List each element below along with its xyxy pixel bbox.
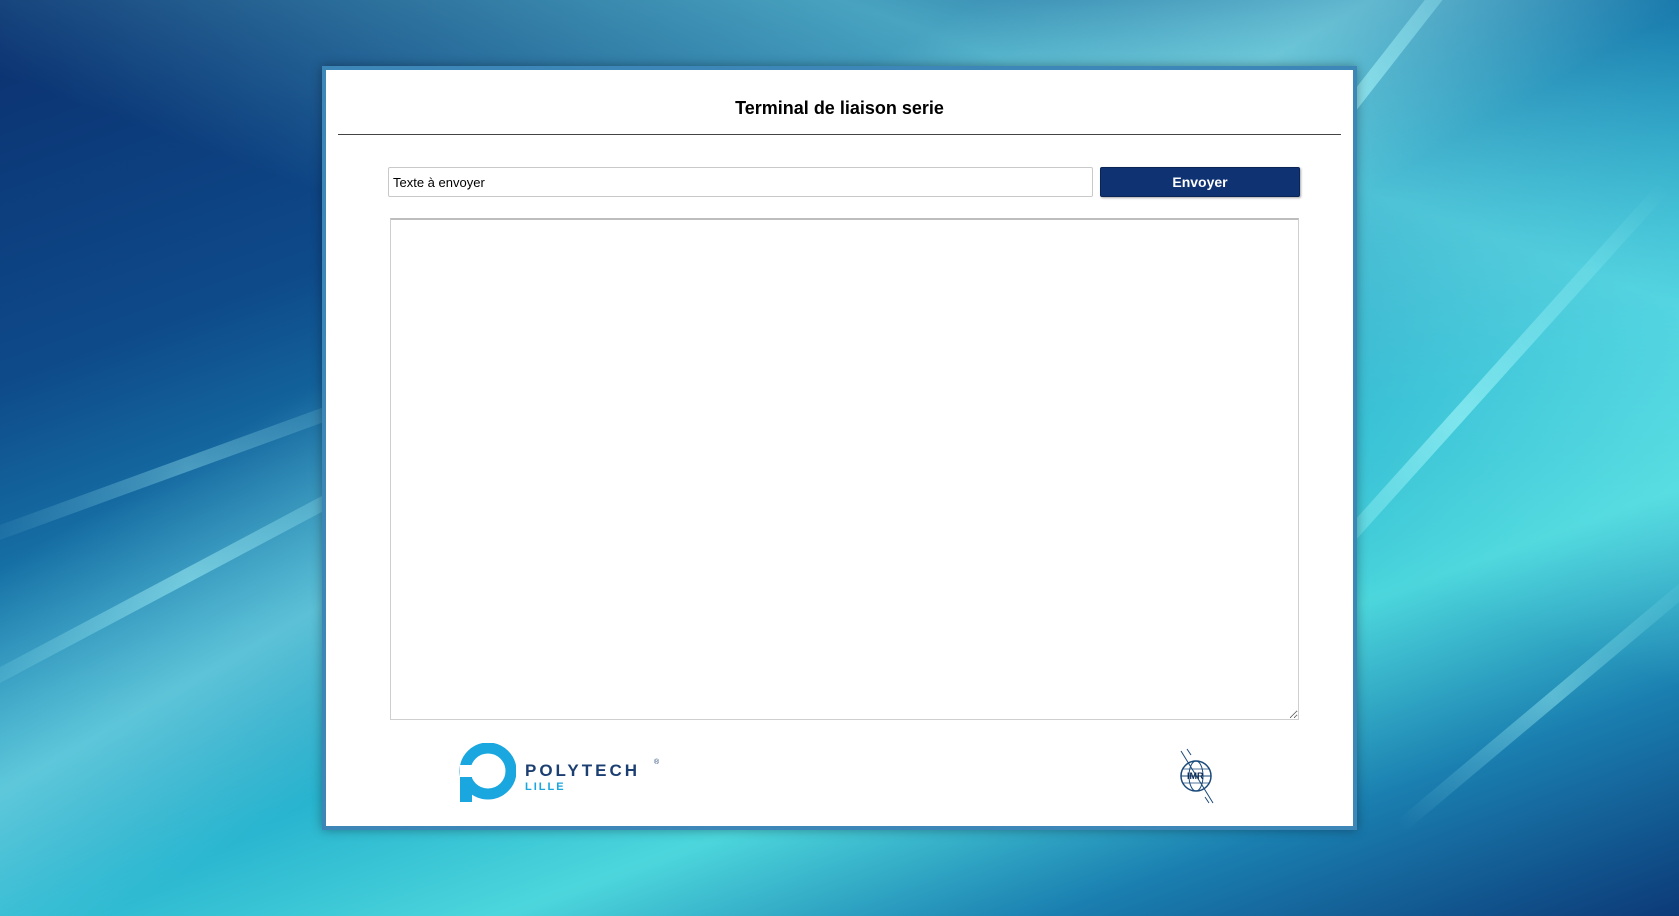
- imr-label: IMR: [1187, 771, 1204, 781]
- polytech-p-icon: [459, 743, 516, 802]
- send-text-input[interactable]: [388, 167, 1093, 197]
- imr-globe-icon: IMR: [1180, 748, 1214, 804]
- desktop-background: Terminal de liaison serie Envoyer POLYTE…: [0, 0, 1679, 916]
- title-divider: [338, 134, 1341, 135]
- send-button[interactable]: Envoyer: [1100, 167, 1300, 197]
- polytech-city-text: LILLE: [525, 781, 566, 793]
- window-title: Terminal de liaison serie: [735, 98, 944, 118]
- serial-output-textarea[interactable]: [390, 218, 1299, 720]
- terminal-window: Terminal de liaison serie Envoyer POLYTE…: [322, 66, 1357, 830]
- registered-mark: ®: [654, 759, 660, 766]
- polytech-lille-logo: POLYTECH ® LILLE: [458, 743, 660, 807]
- background-streak: [1395, 564, 1679, 833]
- polytech-name-text: POLYTECH: [525, 761, 641, 780]
